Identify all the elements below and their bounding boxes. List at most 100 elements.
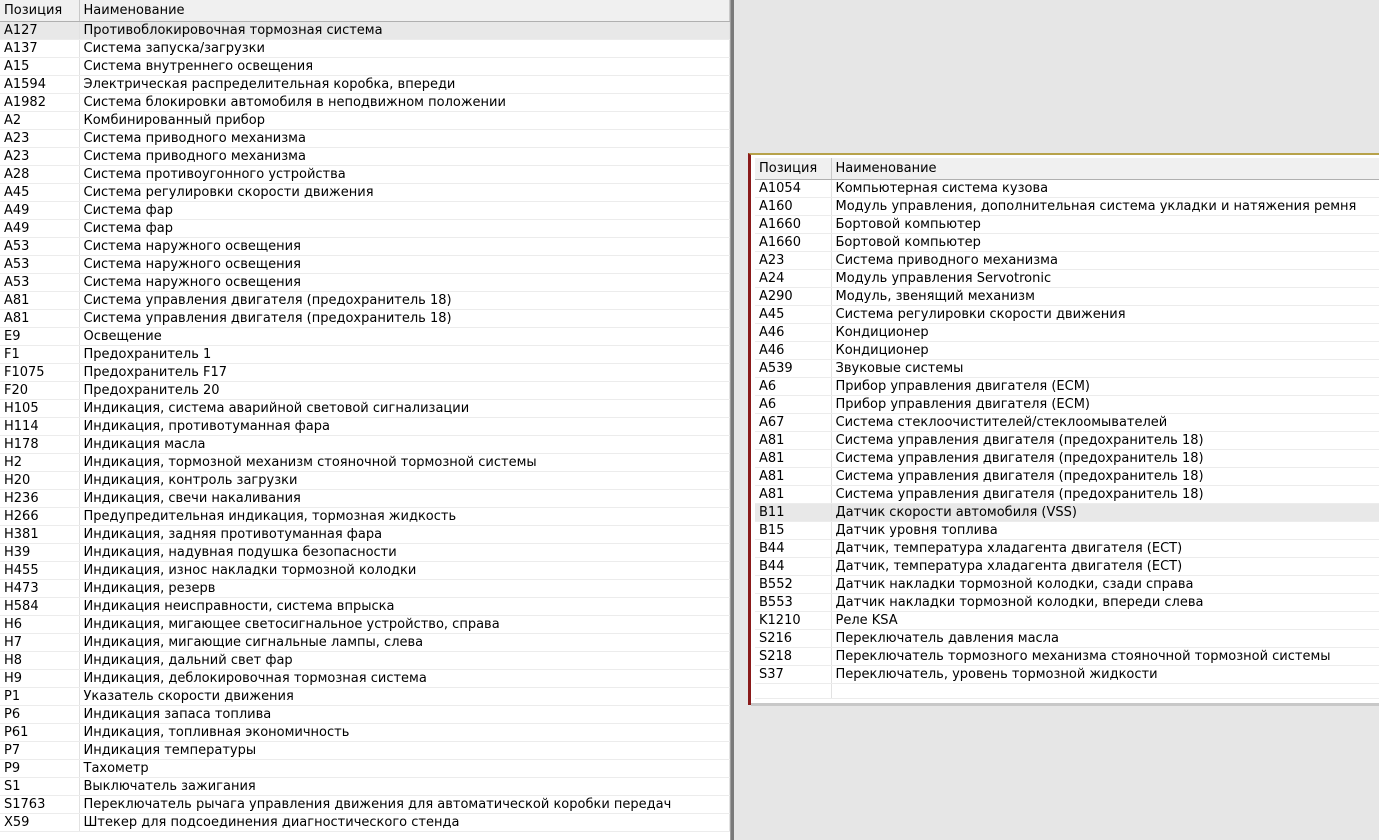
table-row[interactable]: A1660 Бортовой компьютер bbox=[755, 215, 1379, 234]
table-row[interactable]: A539 Звуковые системы bbox=[755, 359, 1379, 378]
column-header-name[interactable]: Наименование bbox=[831, 158, 1379, 180]
table-row[interactable]: H105 Индикация, система аварийной светово… bbox=[0, 399, 730, 418]
table-row[interactable]: B552 Датчик накладки тормозной колодки, с… bbox=[755, 575, 1379, 594]
position-cell: B11 bbox=[755, 503, 832, 522]
table-row[interactable]: A1594 Электрическая распределительная кор… bbox=[0, 75, 730, 94]
table-row[interactable]: A46 Кондиционер bbox=[755, 323, 1379, 342]
table-row[interactable]: A160 Модуль управления, дополнительная си… bbox=[755, 197, 1379, 216]
position-cell: B15 bbox=[755, 521, 832, 540]
table-row[interactable]: B44 Датчик, температура хладагента двигат… bbox=[755, 539, 1379, 558]
table-row[interactable]: A53 Система наружного освещения bbox=[0, 237, 730, 256]
table-row[interactable]: P6 Индикация запаса топлива bbox=[0, 705, 730, 724]
table-row[interactable]: A1054 Компьютерная система кузова bbox=[755, 179, 1379, 198]
table-row[interactable]: S1 Выключатель зажигания bbox=[0, 777, 730, 796]
table-row[interactable]: F1 Предохранитель 1 bbox=[0, 345, 730, 364]
table-row[interactable]: P9 Тахометр bbox=[0, 759, 730, 778]
position-cell: A127 bbox=[0, 21, 80, 40]
table-row[interactable]: H2 Индикация, тормозной механизм стояночн… bbox=[0, 453, 730, 472]
table-row[interactable]: A53 Система наружного освещения bbox=[0, 255, 730, 274]
table-row[interactable]: A81 Система управления двигателя (предохр… bbox=[0, 291, 730, 310]
table-row[interactable]: H114 Индикация, противотуманная фара bbox=[0, 417, 730, 436]
position-cell: H114 bbox=[0, 417, 80, 436]
table-row[interactable]: P1 Указатель скорости движения bbox=[0, 687, 730, 706]
table-row[interactable]: H178 Индикация масла bbox=[0, 435, 730, 454]
table-row[interactable]: P61 Индикация, топливная экономичность bbox=[0, 723, 730, 742]
table-row[interactable]: B44 Датчик, температура хладагента двигат… bbox=[755, 557, 1379, 576]
name-cell: Система наружного освещения bbox=[79, 255, 730, 274]
position-cell: A46 bbox=[755, 341, 832, 360]
table-row[interactable]: B11 Датчик скорости автомобиля (VSS) bbox=[755, 503, 1379, 522]
panel-splitter[interactable] bbox=[731, 0, 734, 840]
table-row[interactable]: H39 Индикация, надувная подушка безопасно… bbox=[0, 543, 730, 562]
table-row[interactable]: A290 Модуль, звенящий механизм bbox=[755, 287, 1379, 306]
table-row[interactable]: A6 Прибор управления двигателя (ECM) bbox=[755, 377, 1379, 396]
table-row[interactable]: A81 Система управления двигателя (предохр… bbox=[0, 309, 730, 328]
table-row[interactable]: B553 Датчик накладки тормозной колодки, в… bbox=[755, 593, 1379, 612]
table-row[interactable]: A15 Система внутреннего освещения bbox=[0, 57, 730, 76]
position-cell: A1054 bbox=[755, 179, 832, 198]
table-row[interactable]: H20 Индикация, контроль загрузки bbox=[0, 471, 730, 490]
table-row[interactable]: F20 Предохранитель 20 bbox=[0, 381, 730, 400]
table-row[interactable]: A24 Модуль управления Servotronic bbox=[755, 269, 1379, 288]
column-header-position[interactable]: Позиция bbox=[755, 158, 832, 180]
name-cell: Система стеклоочистителей/стеклоомывател… bbox=[831, 413, 1379, 432]
position-cell: S1 bbox=[0, 777, 80, 796]
table-row[interactable]: S218 Переключатель тормозного механизма с… bbox=[755, 647, 1379, 666]
table-row[interactable]: H8 Индикация, дальний свет фар bbox=[0, 651, 730, 670]
table-row[interactable]: A49 Система фар bbox=[0, 219, 730, 238]
table-row[interactable]: H381 Индикация, задняя противотуманная фа… bbox=[0, 525, 730, 544]
position-cell: A81 bbox=[755, 467, 832, 486]
position-cell: A539 bbox=[755, 359, 832, 378]
table-row[interactable]: B15 Датчик уровня топлива bbox=[755, 521, 1379, 540]
table-row[interactable]: A2 Комбинированный прибор bbox=[0, 111, 730, 130]
table-row[interactable]: S37 Переключатель, уровень тормозной жидк… bbox=[755, 665, 1379, 684]
table-row[interactable]: K1210 Реле KSA bbox=[755, 611, 1379, 630]
position-cell: P7 bbox=[0, 741, 80, 760]
name-cell: Система внутреннего освещения bbox=[79, 57, 730, 76]
table-row[interactable]: A1982 Система блокировки автомобиля в неп… bbox=[0, 93, 730, 112]
table-row[interactable]: H6 Индикация, мигающее светосигнальное ус… bbox=[0, 615, 730, 634]
name-cell: Система регулировки скорости движения bbox=[79, 183, 730, 202]
table-row[interactable]: H7 Индикация, мигающие сигнальные лампы, … bbox=[0, 633, 730, 652]
table-row[interactable]: H584 Индикация неисправности, система впр… bbox=[0, 597, 730, 616]
name-cell: Система регулировки скорости движения bbox=[831, 305, 1379, 324]
name-cell: Система приводного механизма bbox=[79, 129, 730, 148]
table-row[interactable]: A45 Система регулировки скорости движения bbox=[755, 305, 1379, 324]
table-row[interactable]: H473 Индикация, резерв bbox=[0, 579, 730, 598]
table-row[interactable]: A81 Система управления двигателя (предохр… bbox=[755, 485, 1379, 504]
table-row[interactable]: E9 Освещение bbox=[0, 327, 730, 346]
table-row[interactable]: A67 Система стеклоочистителей/стеклоомыва… bbox=[755, 413, 1379, 432]
table-row[interactable]: A137 Система запуска/загрузки bbox=[0, 39, 730, 58]
table-row[interactable]: A23 Система приводного механизма bbox=[0, 147, 730, 166]
table-row[interactable]: A53 Система наружного освещения bbox=[0, 273, 730, 292]
position-cell: F20 bbox=[0, 381, 80, 400]
table-row[interactable]: S216 Переключатель давления масла bbox=[755, 629, 1379, 648]
column-header-name[interactable]: Наименование bbox=[79, 0, 730, 22]
table-row[interactable]: A23 Система приводного механизма bbox=[755, 251, 1379, 270]
name-cell: Предохранитель F17 bbox=[79, 363, 730, 382]
table-row[interactable]: A6 Прибор управления двигателя (ECM) bbox=[755, 395, 1379, 414]
table-row[interactable]: A49 Система фар bbox=[0, 201, 730, 220]
table-row[interactable]: A81 Система управления двигателя (предохр… bbox=[755, 449, 1379, 468]
table-row[interactable]: S1763 Переключатель рычага управления дви… bbox=[0, 795, 730, 814]
table-row[interactable]: A45 Система регулировки скорости движения bbox=[0, 183, 730, 202]
position-cell: P1 bbox=[0, 687, 80, 706]
table-row[interactable]: H9 Индикация, деблокировочная тормозная с… bbox=[0, 669, 730, 688]
table-row[interactable]: P7 Индикация температуры bbox=[0, 741, 730, 760]
table-row[interactable]: A46 Кондиционер bbox=[755, 341, 1379, 360]
table-row[interactable]: A1660 Бортовой компьютер bbox=[755, 233, 1379, 252]
name-cell: Индикация, дальний свет фар bbox=[79, 651, 730, 670]
position-cell: A81 bbox=[0, 291, 80, 310]
table-row[interactable]: X59 Штекер для подсоединения диагностичес… bbox=[0, 813, 730, 832]
table-row[interactable]: A28 Система противоугонного устройства bbox=[0, 165, 730, 184]
table-row[interactable]: A81 Система управления двигателя (предохр… bbox=[755, 467, 1379, 486]
table-row[interactable]: H266 Предупредительная индикация, тормозн… bbox=[0, 507, 730, 526]
table-row[interactable]: A23 Система приводного механизма bbox=[0, 129, 730, 148]
table-row[interactable]: F1075 Предохранитель F17 bbox=[0, 363, 730, 382]
table-row[interactable]: A127 Противоблокировочная тормозная систе… bbox=[0, 21, 730, 40]
name-cell: Система управления двигателя (предохрани… bbox=[831, 467, 1379, 486]
table-row[interactable]: A81 Система управления двигателя (предохр… bbox=[755, 431, 1379, 450]
table-row[interactable]: H236 Индикация, свечи накаливания bbox=[0, 489, 730, 508]
column-header-position[interactable]: Позиция bbox=[0, 0, 80, 22]
table-row[interactable]: H455 Индикация, износ накладки тормозной … bbox=[0, 561, 730, 580]
